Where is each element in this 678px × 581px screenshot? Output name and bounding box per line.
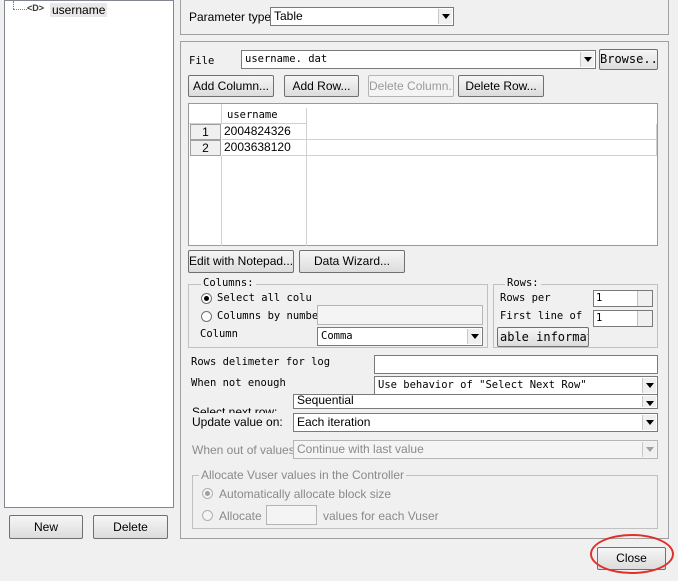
grid-column-header[interactable]: username [222, 108, 307, 124]
column-delimiter-select[interactable]: Comma [317, 327, 483, 346]
grid-row-number[interactable]: 1 [190, 124, 221, 140]
add-column-button[interactable]: Add Column... [188, 75, 274, 97]
values-per-vuser-label: values for each Vuser [323, 509, 439, 523]
allocate-group-title: Allocate Vuser values in the Controller [199, 468, 406, 482]
select-next-row-select[interactable]: Sequential [293, 394, 658, 409]
first-line-label: First line of [500, 310, 583, 322]
update-value-select[interactable]: Each iteration [293, 413, 658, 432]
auto-allocate-radio[interactable] [202, 488, 213, 499]
delete-button[interactable]: Delete [93, 515, 168, 539]
select-all-columns-label: Select all colu [217, 292, 312, 304]
parameter-data-grid[interactable]: username 1 2004824326 2 2003638120 [188, 103, 658, 246]
file-label: File [189, 55, 215, 67]
allocate-radio[interactable] [202, 510, 213, 521]
rows-delimiter-input[interactable] [374, 355, 658, 374]
columns-by-number-label: Columns by numbe [217, 310, 319, 322]
grid-row-number[interactable]: 2 [190, 140, 221, 156]
browse-button[interactable]: Browse... [599, 49, 658, 70]
columns-number-input[interactable] [317, 305, 483, 325]
select-all-columns-radio[interactable] [201, 293, 212, 304]
spin-buttons-icon[interactable] [637, 291, 652, 306]
edit-with-notepad-button[interactable]: Edit with Notepad... [188, 250, 294, 273]
chevron-down-icon [642, 378, 656, 393]
chevron-down-icon [642, 415, 656, 430]
highlight-circle [590, 534, 674, 574]
rows-group-title: Rows: [505, 277, 541, 289]
out-of-values-select[interactable]: Continue with last value [293, 440, 658, 459]
parameter-type-select[interactable]: Table [270, 7, 454, 26]
tree-node-username[interactable]: username [50, 3, 108, 17]
grid-cell[interactable]: 2003638120 [222, 140, 307, 156]
grid-cell[interactable]: 2004824326 [222, 124, 307, 140]
when-not-enough-label: When not enough [191, 377, 286, 389]
chevron-down-icon [642, 396, 656, 407]
chevron-down-icon [467, 329, 481, 344]
allocate-label: Allocate [219, 509, 262, 523]
grid-cell-empty [307, 140, 657, 156]
tree-connector [13, 9, 27, 10]
update-value-label: Update value on: [192, 415, 283, 429]
table-information-button[interactable]: able informatic [497, 327, 589, 347]
rows-delimiter-label: Rows delimeter for log [191, 356, 331, 368]
data-wizard-button[interactable]: Data Wizard... [299, 250, 405, 273]
grid-corner [189, 104, 222, 124]
out-of-values-label: When out of values: [192, 443, 299, 457]
file-select[interactable]: username. dat [241, 50, 596, 69]
columns-group-title: Columns: [201, 277, 256, 289]
new-button[interactable]: New [9, 515, 83, 539]
delete-column-button[interactable]: Delete Column... [368, 75, 454, 97]
grid-column-divider [221, 156, 222, 246]
auto-allocate-label: Automatically allocate block size [219, 487, 392, 501]
grid-column-divider [306, 156, 307, 246]
delete-row-button[interactable]: Delete Row... [458, 75, 544, 97]
columns-by-number-radio[interactable] [201, 311, 212, 322]
chevron-down-icon [438, 9, 452, 24]
rows-per-label: Rows per [500, 292, 551, 304]
rows-per-input[interactable]: 1 [593, 290, 653, 307]
grid-cell-empty [307, 124, 657, 140]
chevron-down-icon [580, 52, 594, 67]
parameter-node-icon: <D> [27, 3, 45, 13]
allocate-count-input[interactable] [266, 505, 317, 525]
spin-buttons-icon[interactable] [637, 311, 652, 326]
add-row-button[interactable]: Add Row... [284, 75, 359, 97]
select-next-row-label: Select next row: [192, 405, 278, 413]
tree-vline [13, 1, 14, 9]
first-line-input[interactable]: 1 [593, 310, 653, 327]
parameter-tree[interactable]: <D> username [4, 0, 174, 508]
column-delimiter-label: Column [200, 328, 238, 340]
parameter-type-label: Parameter type: [189, 10, 275, 24]
when-not-enough-select[interactable]: Use behavior of "Select Next Row" [374, 376, 658, 395]
chevron-down-icon [642, 442, 656, 457]
